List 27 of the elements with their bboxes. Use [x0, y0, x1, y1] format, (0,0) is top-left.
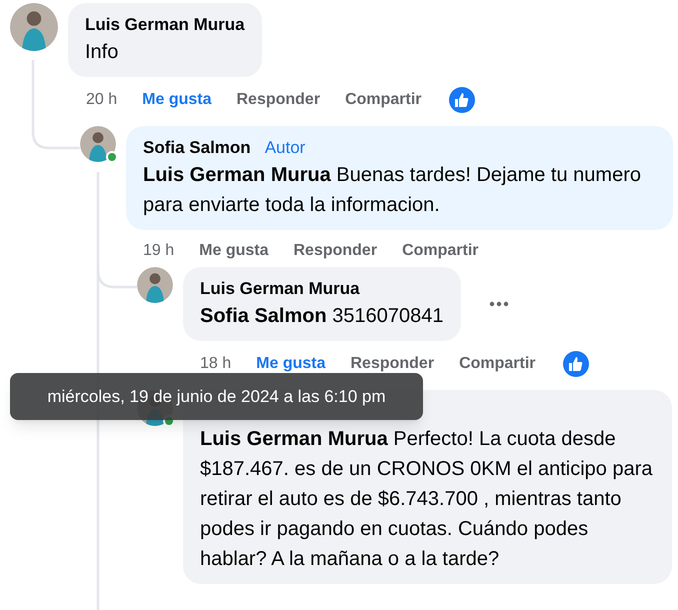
action-link[interactable]: Me gusta — [256, 353, 326, 375]
action-link[interactable]: Responder — [350, 353, 434, 375]
like-icon[interactable] — [448, 87, 475, 113]
timestamp[interactable]: 19 h — [143, 240, 174, 262]
timestamp[interactable]: 20 h — [86, 89, 118, 111]
comment-text: Sofia Salmon 3516070841 — [200, 304, 444, 329]
more-icon[interactable] — [488, 301, 508, 307]
action-link[interactable]: Compartir — [459, 353, 536, 375]
action-link[interactable]: Responder — [236, 89, 320, 111]
author-name[interactable]: Sofia Salmon — [143, 136, 251, 160]
comment-text: Info — [85, 40, 120, 65]
avatar[interactable] — [80, 126, 116, 162]
timestamp[interactable]: 18 h — [200, 353, 232, 375]
action-link[interactable]: Me gusta — [142, 89, 212, 111]
author-label: Autor — [264, 137, 306, 159]
action-link[interactable]: Me gusta — [199, 240, 268, 262]
author-name[interactable]: Luis German Murua — [200, 277, 360, 301]
tooltip: miércoles, 19 de junio de 2024 a las 6:10 pm — [10, 373, 423, 420]
avatar[interactable] — [137, 267, 173, 303]
like-icon[interactable] — [562, 351, 589, 377]
action-link[interactable]: Compartir — [345, 89, 422, 111]
avatar[interactable] — [10, 3, 58, 51]
action-link[interactable]: Responder — [293, 240, 378, 262]
comment-text: Luis German Murua Perfecto! La cuota desde $187.467. es de un CRONOS 0KM el anticipo para retirar el auto es de $6.743.700 , mientras tanto podes ir pagando en cuotas. Cuándo podes hablar? A la mañana o a la tarde? — [200, 427, 654, 572]
comment-text: Luis German Murua Buenas tardes! Dejame tu numero para enviarte toda la informacion. — [143, 163, 642, 218]
author-name[interactable]: Luis German Murua — [85, 13, 245, 37]
action-link[interactable]: Compartir — [402, 240, 479, 262]
